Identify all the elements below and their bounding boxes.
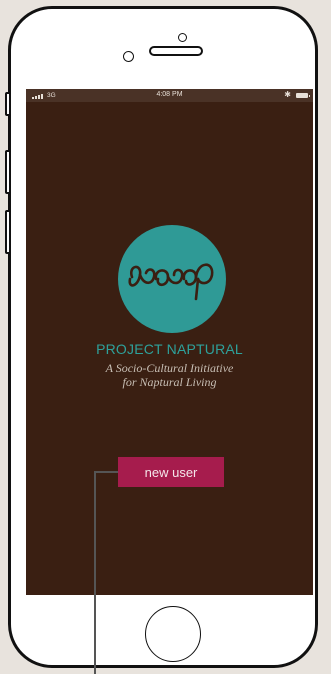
home-button[interactable] bbox=[145, 606, 201, 662]
app-screen: 3G 4:08 PM ✱ PROJECT NAPTURAL A Socio-Cu… bbox=[26, 89, 313, 595]
new-user-button[interactable]: new user bbox=[118, 457, 224, 487]
app-tagline: A Socio-Cultural Initiative for Naptural… bbox=[26, 361, 313, 389]
mute-switch bbox=[5, 92, 11, 116]
earpiece-speaker bbox=[149, 46, 203, 56]
bluetooth-icon: ✱ bbox=[284, 90, 291, 99]
battery-icon bbox=[296, 93, 310, 98]
volume-up-button bbox=[5, 150, 11, 194]
tagline-line-2: for Naptural Living bbox=[122, 375, 217, 389]
logo-glyph-icon bbox=[128, 263, 214, 301]
annotation-line-vertical bbox=[94, 471, 96, 674]
status-time: 4:08 PM bbox=[156, 91, 183, 98]
proximity-sensor bbox=[178, 33, 187, 42]
status-bar: 3G 4:08 PM ✱ bbox=[26, 89, 313, 102]
volume-down-button bbox=[5, 210, 11, 254]
tagline-line-1: A Socio-Cultural Initiative bbox=[105, 361, 234, 375]
annotation-line-horizontal bbox=[94, 471, 118, 473]
front-camera bbox=[123, 51, 134, 62]
app-title: PROJECT NAPTURAL bbox=[96, 341, 243, 357]
app-logo bbox=[118, 225, 226, 333]
